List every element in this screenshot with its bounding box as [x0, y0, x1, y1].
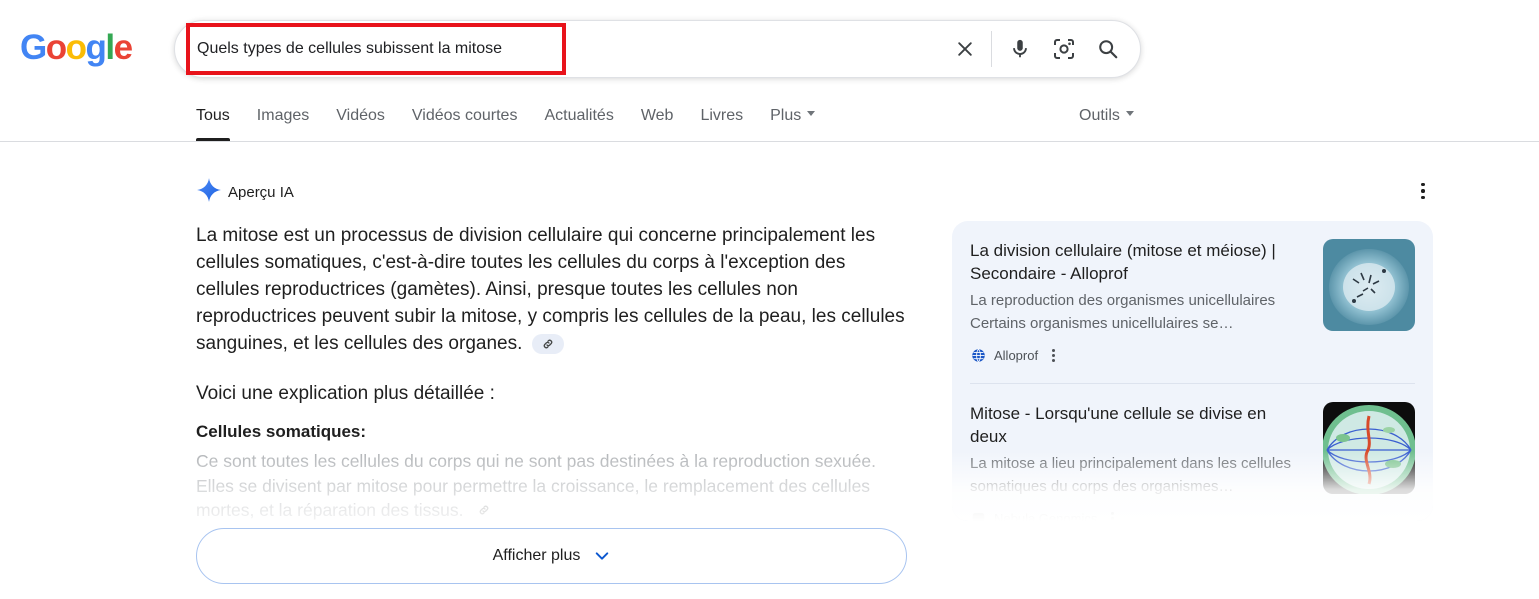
source-thumbnail[interactable] [1323, 402, 1415, 494]
logo-letter: g [85, 28, 107, 67]
show-more-button[interactable]: Afficher plus [196, 528, 907, 584]
tools-label: Outils [1079, 107, 1120, 124]
query-highlight-box: Quels types de cellules subissent la mit… [186, 23, 566, 75]
tab-label: Tous [196, 107, 230, 124]
section-body: Ce sont toutes les cellules du corps qui… [196, 451, 876, 520]
tab-label: Vidéos courtes [411, 107, 518, 124]
source-title[interactable]: Mitose - Lorsqu'une cellule se divise en… [970, 402, 1306, 448]
source-snippet: La reproduction des organismes unicellul… [970, 292, 1276, 332]
tab-label: Actualités [544, 107, 614, 124]
microphone-icon[interactable] [998, 27, 1042, 71]
source-title[interactable]: La division cellulaire (mitose et méiose… [970, 239, 1306, 285]
logo-letter: o [45, 28, 67, 67]
source-site: Nebula Genomics [970, 510, 1415, 521]
section-heading: Cellules somatiques: [196, 422, 367, 441]
tab-web[interactable]: Web [641, 105, 674, 141]
ai-overview-title: Aperçu IA [228, 184, 294, 201]
more-options-icon[interactable] [1413, 180, 1433, 202]
tab-label: Web [640, 107, 674, 124]
search-input[interactable]: Quels types de cellules subissent la mit… [197, 40, 502, 58]
detail-intro: Voici une explication plus détaillée : [196, 383, 495, 404]
search-divider [991, 31, 992, 67]
tab-tous[interactable]: Tous [196, 105, 230, 141]
tab-videos-courtes[interactable]: Vidéos courtes [412, 105, 518, 141]
tab-label: Plus [770, 107, 802, 124]
search-tabs: Tous Images Vidéos Vidéos courtes Actualités… [196, 105, 842, 141]
tab-videos[interactable]: Vidéos [336, 105, 385, 141]
citation-link-icon[interactable] [478, 500, 490, 520]
tab-label: Vidéos [336, 107, 385, 124]
more-options-icon[interactable] [1052, 348, 1056, 362]
more-options-icon[interactable] [1111, 511, 1115, 522]
sources-panel: La division cellulaire (mitose et méiose… [952, 221, 1433, 521]
source-site-name: Alloprof [994, 347, 1039, 363]
source-site: Alloprof [970, 347, 1415, 363]
logo-letter: e [113, 28, 133, 67]
source-thumbnail[interactable] [1323, 239, 1415, 331]
faded-section-text: Ce sont toutes les cellules du corps qui… [196, 449, 916, 523]
chevron-down-icon [807, 111, 816, 117]
logo-letter: G [20, 28, 47, 67]
globe-icon [970, 347, 986, 363]
chevron-down-icon [1125, 111, 1134, 117]
source-card-nebula[interactable]: Mitose - Lorsqu'une cellule se divise en… [970, 402, 1415, 521]
tab-plus[interactable]: Plus [770, 105, 816, 141]
tab-label: Livres [700, 107, 744, 124]
google-logo[interactable]: Google [20, 28, 133, 68]
search-actions [943, 21, 1140, 77]
sparkle-icon [196, 177, 222, 208]
site-favicon-icon [970, 510, 986, 521]
ai-answer-text: La mitose est un processus de division c… [196, 222, 911, 357]
search-icon[interactable] [1086, 27, 1130, 71]
lens-icon[interactable] [1042, 27, 1086, 71]
source-card-alloprof[interactable]: La division cellulaire (mitose et méiose… [970, 239, 1415, 363]
show-more-label: Afficher plus [492, 547, 581, 564]
search-box[interactable]: Quels types de cellules subissent la mit… [174, 20, 1141, 78]
tab-livres[interactable]: Livres [700, 105, 743, 141]
tools-button[interactable]: Outils [1079, 105, 1134, 127]
source-site-name: Nebula Genomics [994, 510, 1098, 522]
tab-images[interactable]: Images [257, 105, 309, 141]
tab-label: Images [256, 107, 310, 124]
tab-actualites[interactable]: Actualités [544, 105, 613, 141]
source-divider [970, 383, 1415, 384]
ai-overview-header: Aperçu IA [196, 177, 294, 208]
source-snippet: La mitose a lieu principalement dans les… [970, 455, 1292, 495]
citation-link-icon[interactable] [531, 333, 564, 354]
logo-letter: o [65, 28, 87, 67]
logo-letter: l [105, 28, 115, 67]
clear-icon[interactable] [943, 27, 987, 71]
header-divider [0, 141, 1539, 142]
chevron-down-icon [594, 548, 610, 564]
